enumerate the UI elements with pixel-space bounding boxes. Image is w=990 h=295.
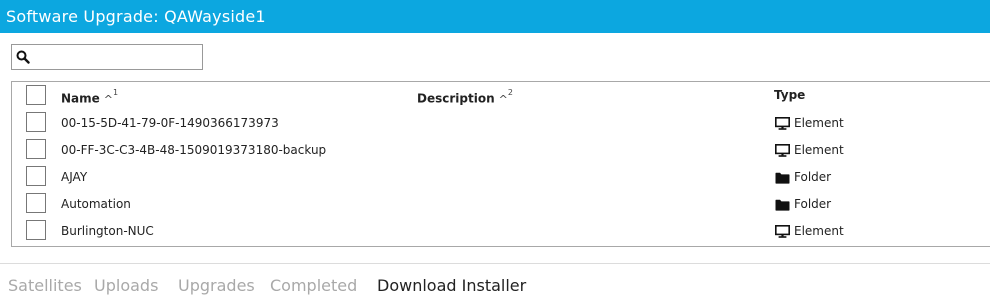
column-header-name-label: Name [61,91,100,106]
table-row[interactable]: 00-FF-3C-C3-4B-48-1509019373180-backup E… [12,136,990,163]
row-type-label: Element [794,143,844,157]
column-header-type-label: Type [774,88,806,102]
monitor-icon [775,117,790,130]
tab-uploads[interactable]: Uploads [94,276,158,295]
row-name: 00-15-5D-41-79-0F-1490366173973 [61,116,279,130]
items-table: Name ^1 Description ^2 Type 00-15-5D-41-79… [11,81,990,247]
table-row[interactable]: Burlington-NUC Element [12,217,990,244]
select-all-checkbox[interactable] [26,85,46,105]
row-type: Folder [775,170,831,185]
title-bar: Software Upgrade: QAWayside1 [0,0,990,33]
row-checkbox[interactable] [26,220,46,240]
row-type-label: Element [794,224,844,238]
table-row[interactable]: Automation Folder [12,190,990,217]
row-name: AJAY [61,170,88,184]
row-type-label: Element [794,116,844,130]
row-checkbox[interactable] [26,139,46,159]
column-header-type[interactable]: Type [774,88,805,103]
sort-asc-icon: ^2 [498,88,513,106]
folder-icon [775,199,790,211]
row-name: Burlington-NUC [61,224,154,238]
table-header-row: Name ^1 Description ^2 Type [12,82,990,109]
row-type-label: Folder [794,197,832,211]
row-checkbox[interactable] [26,112,46,132]
row-type: Element [775,143,844,158]
bottom-tab-bar: Satellites Uploads Upgrades Completed Do… [0,263,990,295]
tab-download-installer[interactable]: Download Installer [377,276,526,295]
row-checkbox[interactable] [26,166,46,186]
row-name: Automation [61,197,131,211]
monitor-icon [775,144,790,157]
search-box[interactable] [11,44,203,70]
column-header-name[interactable]: Name ^1 [61,88,118,107]
sort-order-name: 1 [113,88,119,97]
tab-satellites[interactable]: Satellites [8,276,82,295]
tab-completed[interactable]: Completed [270,276,357,295]
folder-icon [775,172,790,184]
search-input[interactable] [32,47,200,67]
tab-upgrades[interactable]: Upgrades [178,276,255,295]
sort-asc-icon: ^1 [103,88,119,106]
row-name: 00-FF-3C-C3-4B-48-1509019373180-backup [61,143,327,157]
row-type: Folder [775,197,831,212]
search-icon [16,50,30,64]
row-type: Element [775,116,844,131]
sort-order-description: 2 [507,88,513,97]
row-checkbox[interactable] [26,193,46,213]
column-header-description[interactable]: Description ^2 [417,88,513,107]
table-row[interactable]: AJAY Folder [12,163,990,190]
row-type-label: Folder [794,170,832,184]
monitor-icon [775,225,790,238]
table-row[interactable]: 00-15-5D-41-79-0F-1490366173973 Element [12,109,990,136]
page-title: Software Upgrade: QAWayside1 [6,7,266,26]
column-header-description-label: Description [417,91,495,106]
row-type: Element [775,224,844,239]
